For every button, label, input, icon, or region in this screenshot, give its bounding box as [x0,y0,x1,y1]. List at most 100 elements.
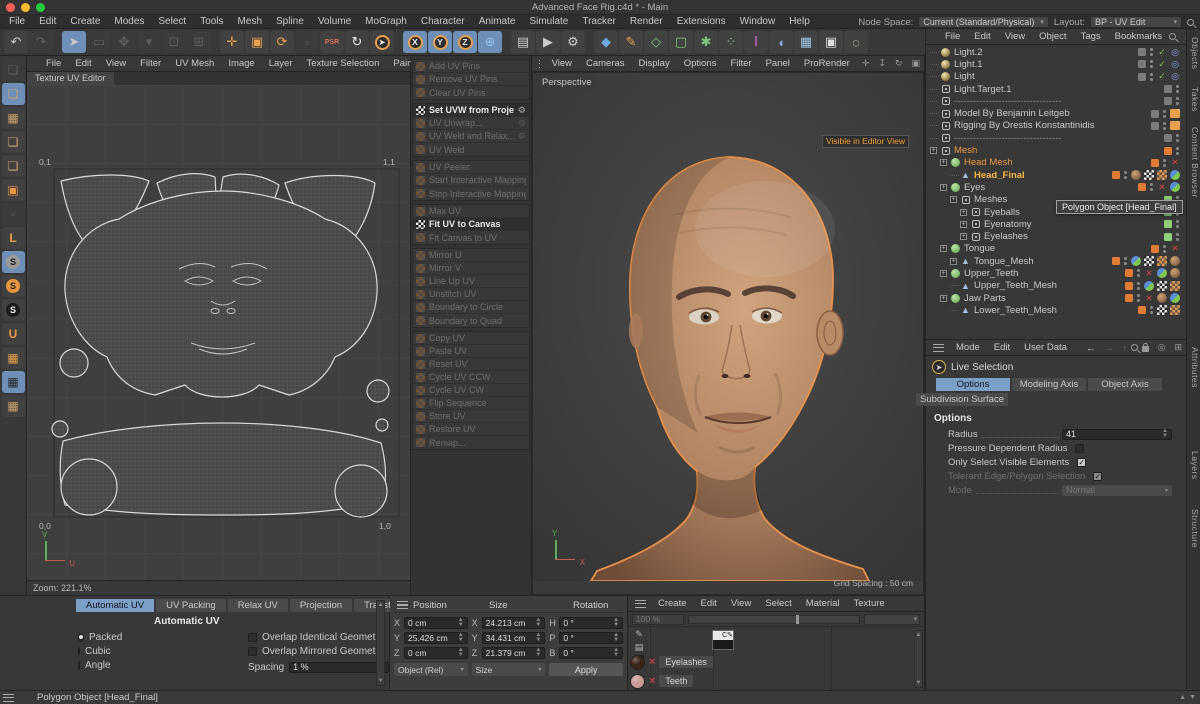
enabled-check-icon[interactable]: ✓ [1157,59,1167,69]
brush-icon[interactable]: ✎ [635,629,643,640]
status-menu-icon[interactable] [3,693,14,702]
object-row-light-2[interactable]: Light.2 ✓ ◎ [926,46,1186,58]
menu-edit[interactable]: Edit [694,597,724,611]
field-only-select-visible-elements-checkbox[interactable]: ✓ [1077,457,1087,467]
primitive-cube-button[interactable]: ◆ [594,31,618,53]
visibility-dots[interactable] [1124,257,1127,266]
object-mode-button[interactable]: ❏ [1,155,25,177]
field-pressure-dependent-radius-checkbox[interactable] [1075,443,1085,453]
visibility-dots[interactable] [1163,158,1166,167]
uv-point-mode-button[interactable]: S [1,251,25,273]
radio-cubic[interactable] [78,646,80,656]
menu-bookmarks[interactable]: Bookmarks [1108,30,1170,44]
visibility-dots[interactable] [1176,232,1179,241]
coord-input-size-x[interactable]: 24.213 cm ▲ ▼ [481,616,546,629]
attributes-target-icon[interactable]: ◎ [1158,342,1166,353]
menu-view[interactable]: View [99,57,133,71]
coord-input-position-x[interactable]: 0 cm ▲ ▼ [404,616,468,629]
visibility-dots[interactable] [1150,183,1153,192]
history-back-icon[interactable]: ← [1086,343,1095,353]
layer-color-swatch[interactable] [1164,97,1172,106]
menu-simulate[interactable]: Simulate [522,15,575,29]
layer-color-swatch[interactable] [1125,281,1133,290]
spinner-icon[interactable]: ▲ ▼ [613,647,619,658]
uvw-tag-icon[interactable] [1170,305,1180,316]
material-tag-icon[interactable] [1157,293,1167,304]
material-x-icon[interactable]: ✕ [648,676,656,687]
object-row-eyenatomy[interactable]: + Eyenatomy [926,218,1186,230]
uvw-tag-icon[interactable] [1157,170,1167,181]
object-search-icon[interactable] [1169,33,1177,40]
layer-color-swatch[interactable] [1164,220,1172,229]
uv-command-fit-uv-to-canvas[interactable]: Fit UV to Canvas [413,218,529,231]
expand-toggle[interactable]: + [950,257,957,265]
expand-toggle[interactable]: + [960,220,967,228]
coord-select-object-rel[interactable]: Object (Rel) ▾ [394,663,468,676]
spinner-icon[interactable]: ▲ ▼ [535,647,541,658]
spinner-icon[interactable]: ▲ ▼ [458,647,464,658]
coord-select-size[interactable]: Size ▾ [471,663,546,676]
layer-color-swatch[interactable] [1138,72,1146,81]
gear-icon[interactable]: ⚙ [518,131,526,142]
uv-tools-scrollbar[interactable]: ▲ ▼ [376,600,385,686]
attributes-search-icon[interactable] [1130,344,1138,351]
workplane-mode-button[interactable]: ❏ [1,131,25,153]
tab-options[interactable]: Options [936,378,1010,391]
menu-tracker[interactable]: Tracker [575,15,623,29]
weight-tag-icon[interactable] [1131,256,1141,267]
coord-input-rotation-b[interactable]: 0 ° ▲ ▼ [559,646,624,659]
layer-color-swatch[interactable] [1125,294,1133,303]
materials-zoom-input[interactable]: 100 % [632,613,684,625]
spinner-icon[interactable]: ▲ ▼ [535,617,541,628]
spinner-icon[interactable]: ▲ ▼ [613,632,619,643]
uv-command-set-uvw-from-projection[interactable]: Set UVW from Projection... ⚙ [413,104,529,117]
uv-edge-mode-button[interactable]: S [1,275,25,297]
visibility-dots[interactable] [1163,244,1166,253]
disabled-x-icon[interactable]: ✕ [1144,268,1154,278]
expand-toggle[interactable]: + [960,233,967,241]
layer-color-swatch[interactable] [1138,306,1146,315]
object-row-eyes[interactable]: + Eyes ✕ [926,181,1186,193]
status-scroll-arrows[interactable]: ▲ ▼ [1179,694,1196,701]
menu-material[interactable]: Material [799,597,847,611]
spinner-icon[interactable]: ▲ ▼ [613,617,619,628]
snap-magnet-button[interactable]: U [1,323,25,345]
expand-toggle[interactable]: + [940,294,947,302]
menu-image[interactable]: Image [221,57,261,71]
material-row-eyelashes[interactable]: ✕ Eyelashes [630,653,713,671]
visibility-dots[interactable] [1176,146,1179,155]
attributes-menu-icon[interactable] [933,343,944,352]
menu-create[interactable]: Create [63,15,107,29]
menu-edit[interactable]: Edit [967,30,997,44]
layer-color-swatch[interactable] [1151,109,1159,118]
layer-color-swatch[interactable] [1138,60,1146,69]
tab-relax-uv[interactable]: Relax UV [227,599,288,612]
uvw-tag-icon[interactable] [1170,280,1180,291]
subdivision-surface-button[interactable]: ◇ [644,31,668,53]
menu-texture[interactable]: Texture [847,597,892,611]
retopo-grid-button[interactable]: ▦ [1,347,25,369]
layer-color-swatch[interactable] [1164,232,1172,241]
move-tool-button[interactable]: ✛ [220,31,244,53]
object-row-upper-teeth-mesh[interactable]: ▲ Upper_Teeth_Mesh [926,280,1186,292]
visibility-dots[interactable] [1176,97,1179,106]
uv-canvas[interactable]: 0,1 1,1 0,0 1,0 VU [27,85,410,580]
visibility-dots[interactable] [1137,294,1140,303]
disabled-x-icon[interactable]: ✕ [1157,182,1167,192]
menu-edit[interactable]: Edit [987,341,1017,355]
radio-packed[interactable] [78,632,84,642]
visibility-dots[interactable] [1163,121,1166,130]
menu-object[interactable]: Object [1032,30,1073,44]
texture-tag-icon[interactable] [1144,256,1154,267]
visibility-dots[interactable] [1163,109,1166,118]
menu-panel[interactable]: Panel [759,57,797,71]
visibility-dots[interactable] [1176,134,1179,143]
cursor-tool-button[interactable]: ➤ [370,31,394,53]
menu-filter[interactable]: Filter [133,57,168,71]
menu-mesh[interactable]: Mesh [231,15,269,29]
expand-toggle[interactable]: + [930,147,937,155]
disabled-x-icon[interactable]: ✕ [1170,243,1180,254]
array-object-button[interactable]: ⁘ [719,31,743,53]
target-tag-icon[interactable]: ◎ [1170,71,1180,82]
menu-modes[interactable]: Modes [107,15,151,29]
